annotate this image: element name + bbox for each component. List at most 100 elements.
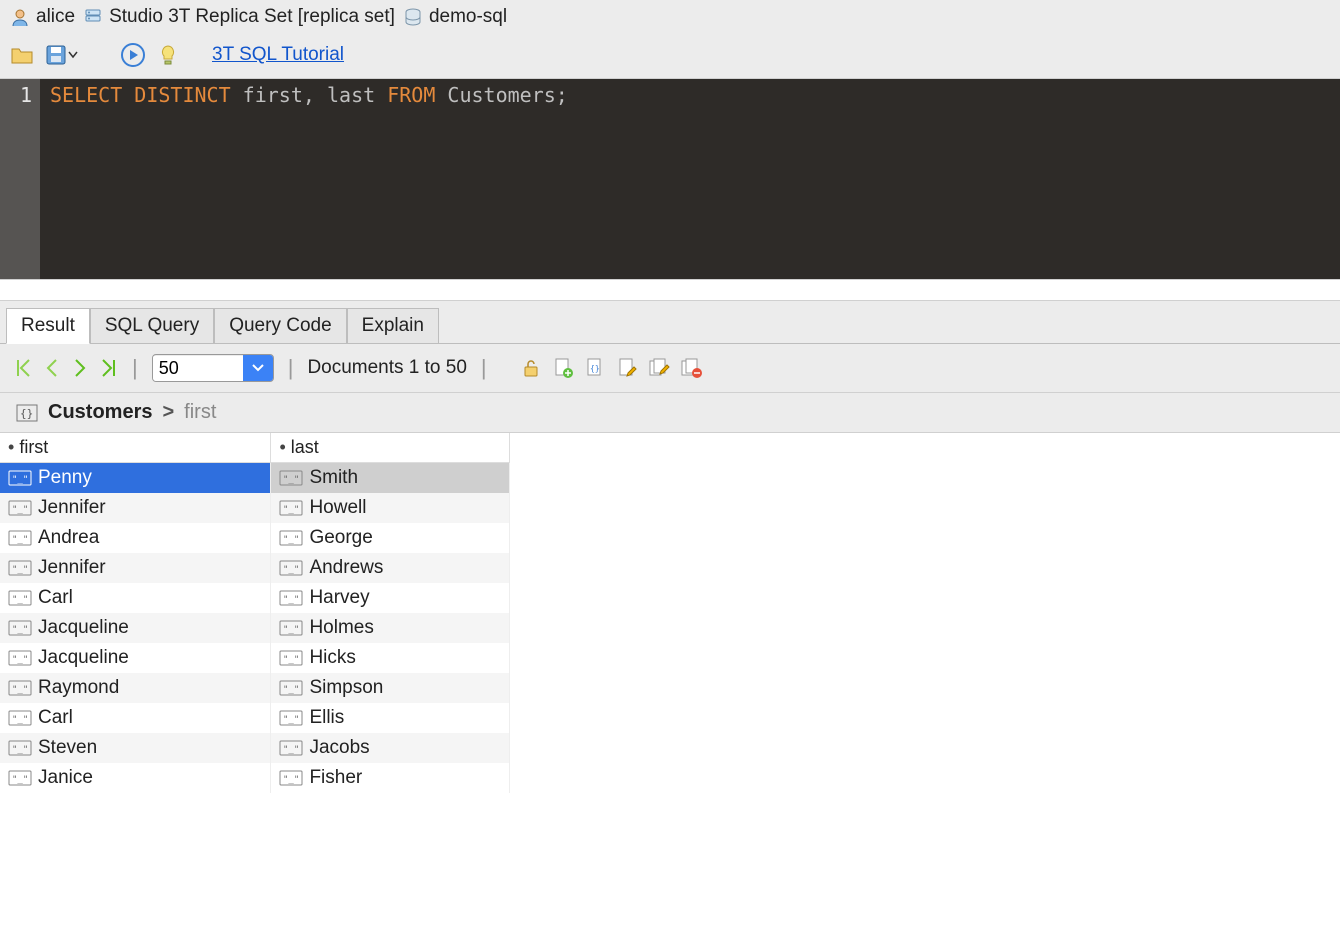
table-row[interactable]: "_"Carl"_"Harvey — [0, 583, 510, 613]
sql-editor[interactable]: 1 SELECT DISTINCT first, last FROM Custo… — [0, 79, 1340, 279]
tab-query-code[interactable]: Query Code — [214, 308, 346, 344]
column-header-last[interactable]: • last — [271, 433, 510, 463]
path-separator: > — [162, 401, 174, 424]
svg-text:"_": "_" — [283, 745, 299, 755]
result-path-bar: {} Customers > first — [0, 393, 1340, 433]
tab-explain[interactable]: Explain — [347, 308, 439, 344]
svg-text:"_": "_" — [12, 595, 28, 605]
results-tabs: ResultSQL QueryQuery CodeExplain — [0, 301, 1340, 344]
separator: | — [288, 355, 294, 381]
cell-first[interactable]: "_"Jacqueline — [0, 613, 271, 643]
table-row[interactable]: "_"Steven"_"Jacobs — [0, 733, 510, 763]
documents-range-label: Documents 1 to 50 — [307, 357, 466, 379]
view-document-icon[interactable]: {} — [583, 356, 607, 380]
results-table-wrap: • first• last "_"Penny"_"Smith"_"Jennife… — [0, 433, 1340, 793]
breadcrumb-database-label: demo-sql — [429, 6, 507, 28]
editor-code[interactable]: SELECT DISTINCT first, last FROM Custome… — [40, 79, 578, 279]
cell-last[interactable]: "_"Jacobs — [271, 733, 510, 763]
sql-tutorial-link[interactable]: 3T SQL Tutorial — [212, 44, 344, 66]
table-row[interactable]: "_"Jennifer"_"Howell — [0, 493, 510, 523]
cell-last[interactable]: "_"Fisher — [271, 763, 510, 793]
add-document-icon[interactable] — [551, 356, 575, 380]
cell-first[interactable]: "_"Penny — [0, 463, 271, 494]
json-type-icon: {} — [16, 404, 38, 422]
cell-last[interactable]: "_"Hicks — [271, 643, 510, 673]
cell-last[interactable]: "_"Andrews — [271, 553, 510, 583]
chevron-down-icon[interactable] — [243, 355, 273, 381]
table-row[interactable]: "_"Jacqueline"_"Hicks — [0, 643, 510, 673]
unlock-icon[interactable] — [519, 356, 543, 380]
editor-toolbar: 3T SQL Tutorial — [0, 34, 1340, 79]
svg-text:"_": "_" — [283, 565, 299, 575]
breadcrumb-user[interactable]: alice — [10, 6, 75, 28]
editor-gutter: 1 — [0, 79, 40, 279]
page-size-select[interactable] — [152, 354, 274, 382]
cell-first[interactable]: "_"Janice — [0, 763, 271, 793]
first-page-button[interactable] — [14, 357, 34, 379]
edit-document-icon[interactable] — [615, 356, 639, 380]
cell-first[interactable]: "_"Jennifer — [0, 493, 271, 523]
prev-page-button[interactable] — [42, 357, 62, 379]
svg-text:{}: {} — [590, 364, 600, 373]
results-table[interactable]: • first• last "_"Penny"_"Smith"_"Jennife… — [0, 433, 510, 793]
svg-text:"_": "_" — [283, 475, 299, 485]
svg-text:"_": "_" — [283, 685, 299, 695]
paging-toolbar: | | Documents 1 to 50 | {} — [0, 344, 1340, 393]
cell-last[interactable]: "_"Simpson — [271, 673, 510, 703]
cell-first[interactable]: "_"Jennifer — [0, 553, 271, 583]
table-row[interactable]: "_"Penny"_"Smith — [0, 463, 510, 494]
server-icon — [83, 7, 103, 27]
save-button[interactable] — [44, 44, 78, 66]
open-folder-button[interactable] — [10, 44, 34, 66]
breadcrumb-connection[interactable]: Studio 3T Replica Set [replica set] — [83, 6, 395, 28]
svg-text:"_": "_" — [12, 655, 28, 665]
cell-first[interactable]: "_"Jacqueline — [0, 643, 271, 673]
cell-last[interactable]: "_"Smith — [271, 463, 510, 494]
svg-text:"_": "_" — [12, 565, 28, 575]
svg-text:"_": "_" — [283, 535, 299, 545]
svg-text:"_": "_" — [12, 685, 28, 695]
table-row[interactable]: "_"Janice"_"Fisher — [0, 763, 510, 793]
tab-sql-query[interactable]: SQL Query — [90, 308, 214, 344]
tab-result[interactable]: Result — [6, 308, 90, 344]
editor-status-strip — [0, 279, 1340, 301]
cell-last[interactable]: "_"Ellis — [271, 703, 510, 733]
cell-last[interactable]: "_"Holmes — [271, 613, 510, 643]
next-page-button[interactable] — [70, 357, 90, 379]
svg-text:"_": "_" — [12, 505, 28, 515]
run-statement-button[interactable] — [120, 42, 146, 68]
cell-first[interactable]: "_"Steven — [0, 733, 271, 763]
table-row[interactable]: "_"Jennifer"_"Andrews — [0, 553, 510, 583]
page-size-input[interactable] — [153, 356, 243, 381]
hint-button[interactable] — [156, 43, 180, 67]
separator: | — [481, 355, 487, 381]
cell-last[interactable]: "_"Harvey — [271, 583, 510, 613]
cell-first[interactable]: "_"Raymond — [0, 673, 271, 703]
svg-text:{}: {} — [20, 407, 33, 420]
delete-documents-icon[interactable] — [679, 356, 703, 380]
table-row[interactable]: "_"Jacqueline"_"Holmes — [0, 613, 510, 643]
breadcrumb-connection-label: Studio 3T Replica Set [replica set] — [109, 6, 395, 28]
table-row[interactable]: "_"Carl"_"Ellis — [0, 703, 510, 733]
user-icon — [10, 7, 30, 27]
cell-last[interactable]: "_"Howell — [271, 493, 510, 523]
copy-documents-icon[interactable] — [647, 356, 671, 380]
svg-text:"_": "_" — [12, 775, 28, 785]
last-page-button[interactable] — [98, 357, 118, 379]
dropdown-caret-icon — [68, 51, 78, 59]
cell-first[interactable]: "_"Carl — [0, 583, 271, 613]
cell-first[interactable]: "_"Carl — [0, 703, 271, 733]
svg-text:"_": "_" — [283, 505, 299, 515]
cell-last[interactable]: "_"George — [271, 523, 510, 553]
table-row[interactable]: "_"Andrea"_"George — [0, 523, 510, 553]
path-field[interactable]: first — [184, 401, 216, 424]
breadcrumb-user-label: alice — [36, 6, 75, 28]
column-header-first[interactable]: • first — [0, 433, 271, 463]
breadcrumb: alice Studio 3T Replica Set [replica set… — [0, 0, 1340, 34]
breadcrumb-database[interactable]: demo-sql — [403, 6, 507, 28]
cell-first[interactable]: "_"Andrea — [0, 523, 271, 553]
table-row[interactable]: "_"Raymond"_"Simpson — [0, 673, 510, 703]
svg-text:"_": "_" — [12, 745, 28, 755]
path-collection[interactable]: Customers — [48, 401, 152, 424]
svg-text:"_": "_" — [283, 775, 299, 785]
